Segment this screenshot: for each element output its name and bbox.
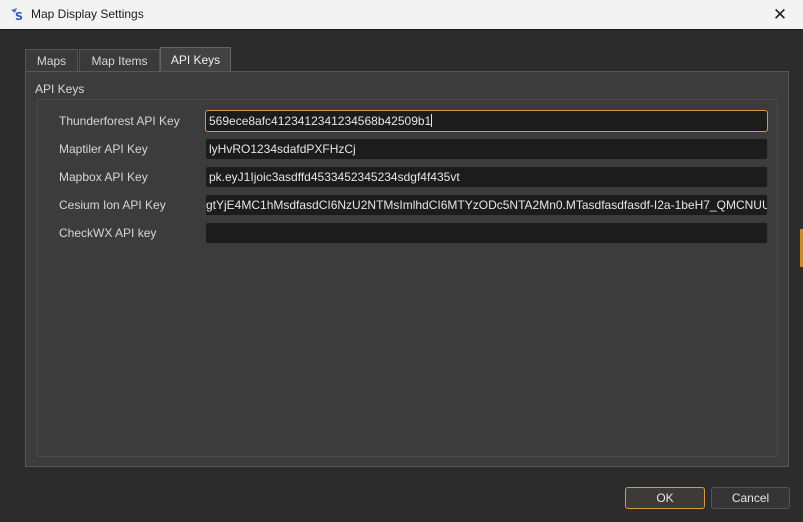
text-caret	[431, 114, 433, 127]
tab-label: Map Items	[91, 54, 148, 68]
cesium-ion-key-input[interactable]: gtYjE4MC1hMsdfasdCI6NzU2NTMsImlhdCI6MTYz…	[205, 194, 768, 216]
group-title: API Keys	[35, 82, 85, 96]
cesium-ion-key-label: Cesium Ion API Key	[59, 198, 166, 212]
cesium-ion-key-value: gtYjE4MC1hMsdfasdCI6NzU2NTMsImlhdCI6MTYz…	[206, 198, 768, 212]
mapbox-key-input[interactable]: pk.eyJ1Ijoic3asdffd4533452345234sdgf4f43…	[205, 166, 768, 188]
api-keys-group: Thunderforest API Key 569ece8afc41234123…	[37, 99, 778, 457]
window-title: Map Display Settings	[31, 7, 144, 21]
app-logo-icon: S	[11, 8, 23, 21]
mapbox-key-label: Mapbox API Key	[59, 170, 148, 184]
thunderforest-key-value: 569ece8afc4123412341234568b42509b1	[209, 114, 432, 128]
maptiler-key-label: Maptiler API Key	[59, 142, 148, 156]
checkwx-key-label: CheckWX API key	[59, 226, 157, 240]
tab-label: Maps	[36, 54, 67, 68]
svg-text:S: S	[15, 10, 23, 21]
tab-label: API Keys	[170, 53, 221, 67]
tab-map-items[interactable]: Map Items	[79, 49, 160, 72]
thunderforest-key-label: Thunderforest API Key	[59, 114, 180, 128]
tab-maps[interactable]: Maps	[25, 49, 78, 72]
tab-panel-api-keys: API Keys Thunderforest API Key 569ece8af…	[25, 71, 789, 467]
tab-api-keys[interactable]: API Keys	[160, 47, 231, 72]
title-bar: S Map Display Settings ✕	[0, 0, 803, 29]
close-icon: ✕	[772, 4, 788, 25]
ok-button[interactable]: OK	[625, 487, 705, 509]
maptiler-key-input[interactable]: lyHvRO1234sdafdPXFHzCj	[205, 138, 768, 160]
mapbox-key-value: pk.eyJ1Ijoic3asdffd4533452345234sdgf4f43…	[209, 170, 460, 184]
checkwx-key-input[interactable]	[205, 222, 768, 244]
cancel-button-label: Cancel	[731, 491, 770, 505]
thunderforest-key-input[interactable]: 569ece8afc4123412341234568b42509b1	[205, 110, 768, 132]
close-button[interactable]: ✕	[757, 0, 803, 29]
ok-button-label: OK	[656, 491, 674, 505]
maptiler-key-value: lyHvRO1234sdafdPXFHzCj	[209, 142, 356, 156]
cancel-button[interactable]: Cancel	[711, 487, 790, 509]
